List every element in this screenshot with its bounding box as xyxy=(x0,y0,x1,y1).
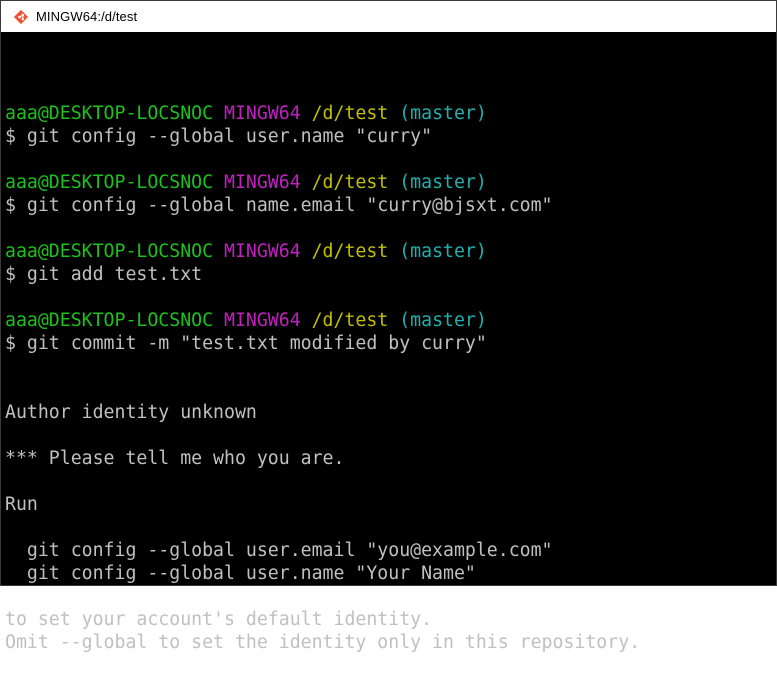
output-line: git config --global user.email "you@exam… xyxy=(5,540,553,561)
window-title: MINGW64:/d/test xyxy=(36,9,138,24)
prompt-line: aaa@DESKTOP-LOCSNOC MINGW64 /d/test (mas… xyxy=(5,102,776,125)
prompt-user-host: aaa@DESKTOP-LOCSNOC xyxy=(5,103,214,124)
command-line: $ git add test.txt xyxy=(5,264,203,285)
title-bar[interactable]: MINGW64:/d/test xyxy=(1,1,776,32)
prompt-user-host: aaa@DESKTOP-LOCSNOC xyxy=(5,241,214,262)
prompt-system: MINGW64 xyxy=(224,103,301,124)
prompt-line: aaa@DESKTOP-LOCSNOC MINGW64 /d/test (mas… xyxy=(5,240,776,263)
prompt-user-host: aaa@DESKTOP-LOCSNOC xyxy=(5,310,214,331)
prompt-branch: (master) xyxy=(399,103,487,124)
command-line: $ git config --global user.name "curry" xyxy=(5,126,433,147)
output-line: *** Please tell me who you are. xyxy=(5,448,345,469)
output-line: Run xyxy=(5,494,38,515)
prompt-branch: (master) xyxy=(399,241,487,262)
output-line: to set your account's default identity. xyxy=(5,609,433,630)
prompt-branch: (master) xyxy=(399,172,487,193)
terminal-window: MINGW64:/d/test aaa@DESKTOP-LOCSNOC MING… xyxy=(0,0,777,653)
command-line: $ git commit -m "test.txt modified by cu… xyxy=(5,333,487,354)
prompt-system: MINGW64 xyxy=(224,241,301,262)
prompt-system: MINGW64 xyxy=(224,172,301,193)
prompt-line: aaa@DESKTOP-LOCSNOC MINGW64 /d/test (mas… xyxy=(5,171,776,194)
output-line: Omit --global to set the identity only i… xyxy=(5,632,641,653)
prompt-line: aaa@DESKTOP-LOCSNOC MINGW64 /d/test (mas… xyxy=(5,309,776,332)
prompt-path: /d/test xyxy=(311,310,389,331)
output-line: Author identity unknown xyxy=(5,402,257,423)
git-icon xyxy=(13,9,29,25)
prompt-user-host: aaa@DESKTOP-LOCSNOC xyxy=(5,172,214,193)
terminal-output[interactable]: aaa@DESKTOP-LOCSNOC MINGW64 /d/test (mas… xyxy=(1,32,776,653)
prompt-path: /d/test xyxy=(311,103,389,124)
command-line: $ git config --global name.email "curry@… xyxy=(5,195,553,216)
prompt-path: /d/test xyxy=(311,172,389,193)
prompt-path: /d/test xyxy=(311,241,389,262)
prompt-branch: (master) xyxy=(399,310,487,331)
output-line: git config --global user.name "Your Name… xyxy=(5,563,476,584)
prompt-system: MINGW64 xyxy=(224,310,301,331)
